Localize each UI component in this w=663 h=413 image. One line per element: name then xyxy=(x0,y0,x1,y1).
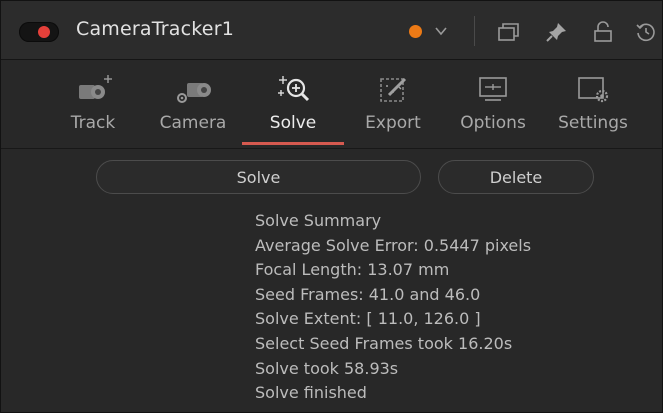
delete-button[interactable]: Delete xyxy=(438,160,594,194)
versions-icon[interactable] xyxy=(497,21,521,43)
tab-solve[interactable]: Solve xyxy=(251,60,335,148)
toggle-knob xyxy=(38,26,50,38)
camera-settings-icon xyxy=(177,83,211,103)
summary-seed-time: Select Seed Frames took 16.20s xyxy=(255,333,513,353)
tab-solve-label: Solve xyxy=(269,113,317,133)
header-divider xyxy=(474,16,475,46)
tab-camera-label: Camera xyxy=(159,113,227,133)
tab-options[interactable]: Options xyxy=(451,60,535,148)
active-tab-indicator xyxy=(242,142,344,145)
tab-export-label: Export xyxy=(365,113,421,133)
solve-summary: Solve Summary Average Solve Error: 0.544… xyxy=(255,209,531,406)
export-icon xyxy=(380,77,407,102)
chevron-down-icon[interactable] xyxy=(434,24,448,38)
inspector-panel: CameraTracker1 Track Camera Solve Export… xyxy=(0,0,663,413)
solve-icon xyxy=(278,76,310,102)
tab-camera[interactable]: Camera xyxy=(151,60,235,148)
tab-export[interactable]: Export xyxy=(351,60,435,148)
lock-icon[interactable] xyxy=(592,21,614,43)
solve-button[interactable]: Solve xyxy=(96,160,421,194)
tab-settings-label: Settings xyxy=(558,113,628,133)
pin-icon[interactable] xyxy=(545,21,569,43)
settings-gear-icon xyxy=(578,77,609,103)
reset-icon[interactable] xyxy=(635,21,657,43)
node-title: CameraTracker1 xyxy=(76,18,234,40)
summary-seed-frames: Seed Frames: 41.0 and 46.0 xyxy=(255,284,481,304)
summary-solve-time: Solve took 58.93s xyxy=(255,358,399,378)
summary-average-error: Average Solve Error: 0.5447 pixels xyxy=(255,235,532,255)
tab-bar: Track Camera Solve Export Options Settin… xyxy=(1,60,662,149)
track-camera-icon xyxy=(79,75,112,99)
options-monitor-icon xyxy=(479,77,507,101)
summary-status: Solve finished xyxy=(255,383,367,403)
tab-settings[interactable]: Settings xyxy=(551,60,635,148)
tab-track-label: Track xyxy=(70,113,116,133)
summary-title: Solve Summary xyxy=(255,211,382,230)
tab-options-label: Options xyxy=(460,113,526,133)
node-color-dot[interactable] xyxy=(409,25,422,38)
node-enable-toggle[interactable] xyxy=(19,22,59,42)
node-header: CameraTracker1 xyxy=(1,1,662,60)
summary-solve-extent: Solve Extent: [ 11.0, 126.0 ] xyxy=(255,309,481,329)
summary-focal-length: Focal Length: 13.07 mm xyxy=(255,260,450,280)
tab-track[interactable]: Track xyxy=(51,60,135,148)
